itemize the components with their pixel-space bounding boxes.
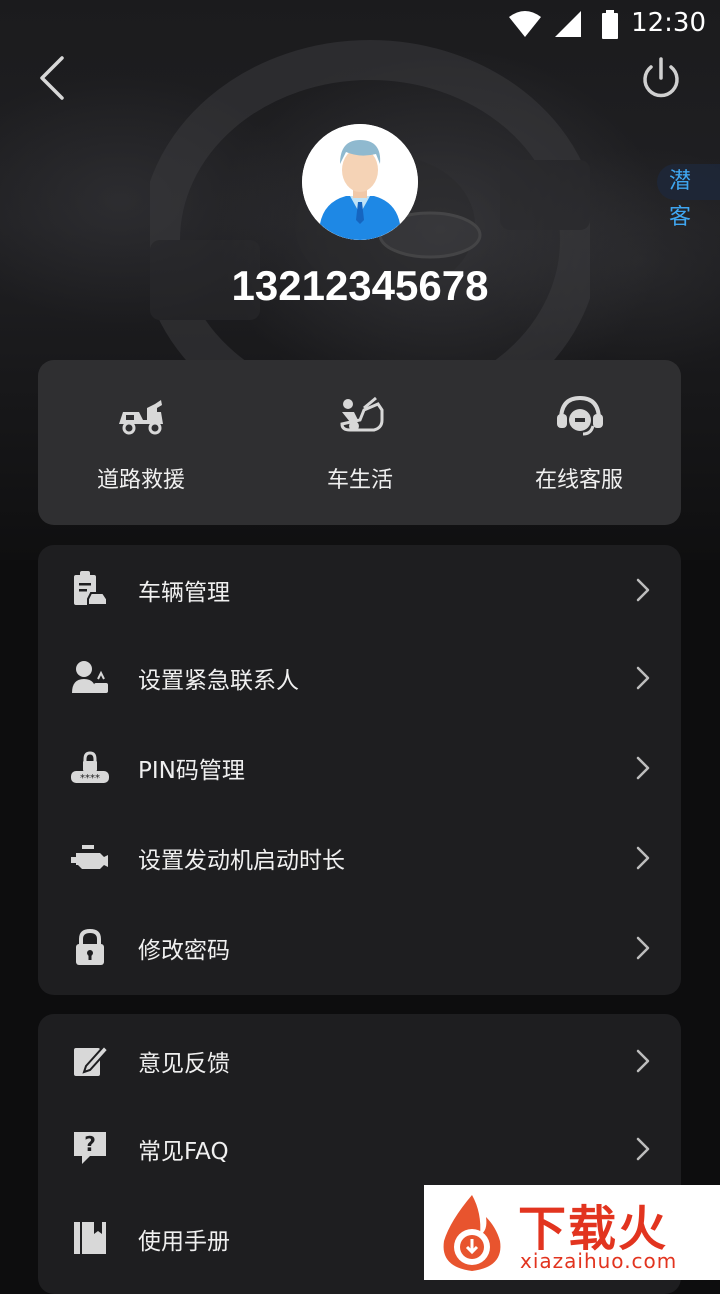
menu-item-label: 使用手册 <box>138 1229 230 1255</box>
watermark-logo: 下载火 xiazaihuo.com <box>424 1185 720 1280</box>
settings-card: 车辆管理 设置紧急联系人 **** PIN码管理 设置发动机启动时长 修改密码 <box>38 545 681 995</box>
menu-item-label: 常见FAQ <box>138 1139 229 1165</box>
menu-item-label: 修改密码 <box>138 938 230 964</box>
manual-icon <box>74 1222 106 1254</box>
chevron-right-icon <box>636 666 650 690</box>
status-bar: 12:30 <box>0 0 720 50</box>
chevron-right-icon <box>636 756 650 780</box>
menu-item-label: 设置紧急联系人 <box>138 668 299 694</box>
chevron-left-icon <box>40 56 64 100</box>
car-service-icon <box>340 396 384 432</box>
status-time: 12:30 <box>631 8 706 38</box>
car-life-label: 车生活 <box>326 468 393 493</box>
chevron-right-icon <box>636 846 650 870</box>
flame-logo-icon <box>443 1195 501 1271</box>
emergency-contact-icon <box>72 661 108 693</box>
headset-icon <box>557 395 603 436</box>
back-button[interactable] <box>30 52 78 104</box>
avatar[interactable] <box>302 124 418 240</box>
menu-item-change-password[interactable]: 修改密码 <box>38 903 681 993</box>
pin-lock-icon: **** <box>71 751 109 784</box>
watermark-url: xiazaihuo.com <box>520 1249 678 1273</box>
signal-icon <box>555 11 581 37</box>
svg-text:?: ? <box>84 1132 96 1156</box>
road-rescue-label: 道路救援 <box>96 468 185 493</box>
user-avatar-icon <box>302 124 418 240</box>
menu-item-label: 车辆管理 <box>138 580 230 606</box>
wifi-icon <box>509 11 541 37</box>
road-rescue-button[interactable]: 道路救援 <box>41 360 241 525</box>
edit-icon <box>74 1044 110 1076</box>
user-type-badge: 潜客 <box>657 164 720 230</box>
menu-item-faq[interactable]: ? 常见FAQ <box>38 1104 681 1194</box>
engine-icon <box>71 845 108 869</box>
phone-number: 13212345678 <box>231 262 489 309</box>
menu-item-emergency-contact[interactable]: 设置紧急联系人 <box>38 633 681 723</box>
padlock-icon <box>76 928 104 965</box>
chevron-right-icon <box>636 1137 650 1161</box>
menu-item-label: 设置发动机启动时长 <box>138 848 345 874</box>
logout-button[interactable] <box>636 54 686 104</box>
menu-item-label: PIN码管理 <box>138 758 245 784</box>
menu-item-label: 意见反馈 <box>138 1051 230 1077</box>
menu-item-vehicle-management[interactable]: 车辆管理 <box>38 545 681 635</box>
faq-icon: ? <box>74 1132 106 1164</box>
svg-text:****: **** <box>80 773 100 784</box>
quick-actions-card: 道路救援 车生活 在线客服 <box>38 360 681 525</box>
tow-truck-icon <box>119 400 163 435</box>
vehicle-clipboard-icon <box>74 571 108 606</box>
menu-item-pin-management[interactable]: **** PIN码管理 <box>38 723 681 813</box>
menu-item-engine-start-duration[interactable]: 设置发动机启动时长 <box>38 813 681 903</box>
chevron-right-icon <box>636 578 650 602</box>
menu-item-feedback[interactable]: 意见反馈 <box>38 1016 681 1106</box>
power-icon <box>643 57 679 98</box>
online-service-label: 在线客服 <box>534 468 623 493</box>
car-life-button[interactable]: 车生活 <box>260 360 460 525</box>
chevron-right-icon <box>636 936 650 960</box>
chevron-right-icon <box>636 1049 650 1073</box>
battery-icon <box>602 10 618 39</box>
online-service-button[interactable]: 在线客服 <box>479 360 679 525</box>
